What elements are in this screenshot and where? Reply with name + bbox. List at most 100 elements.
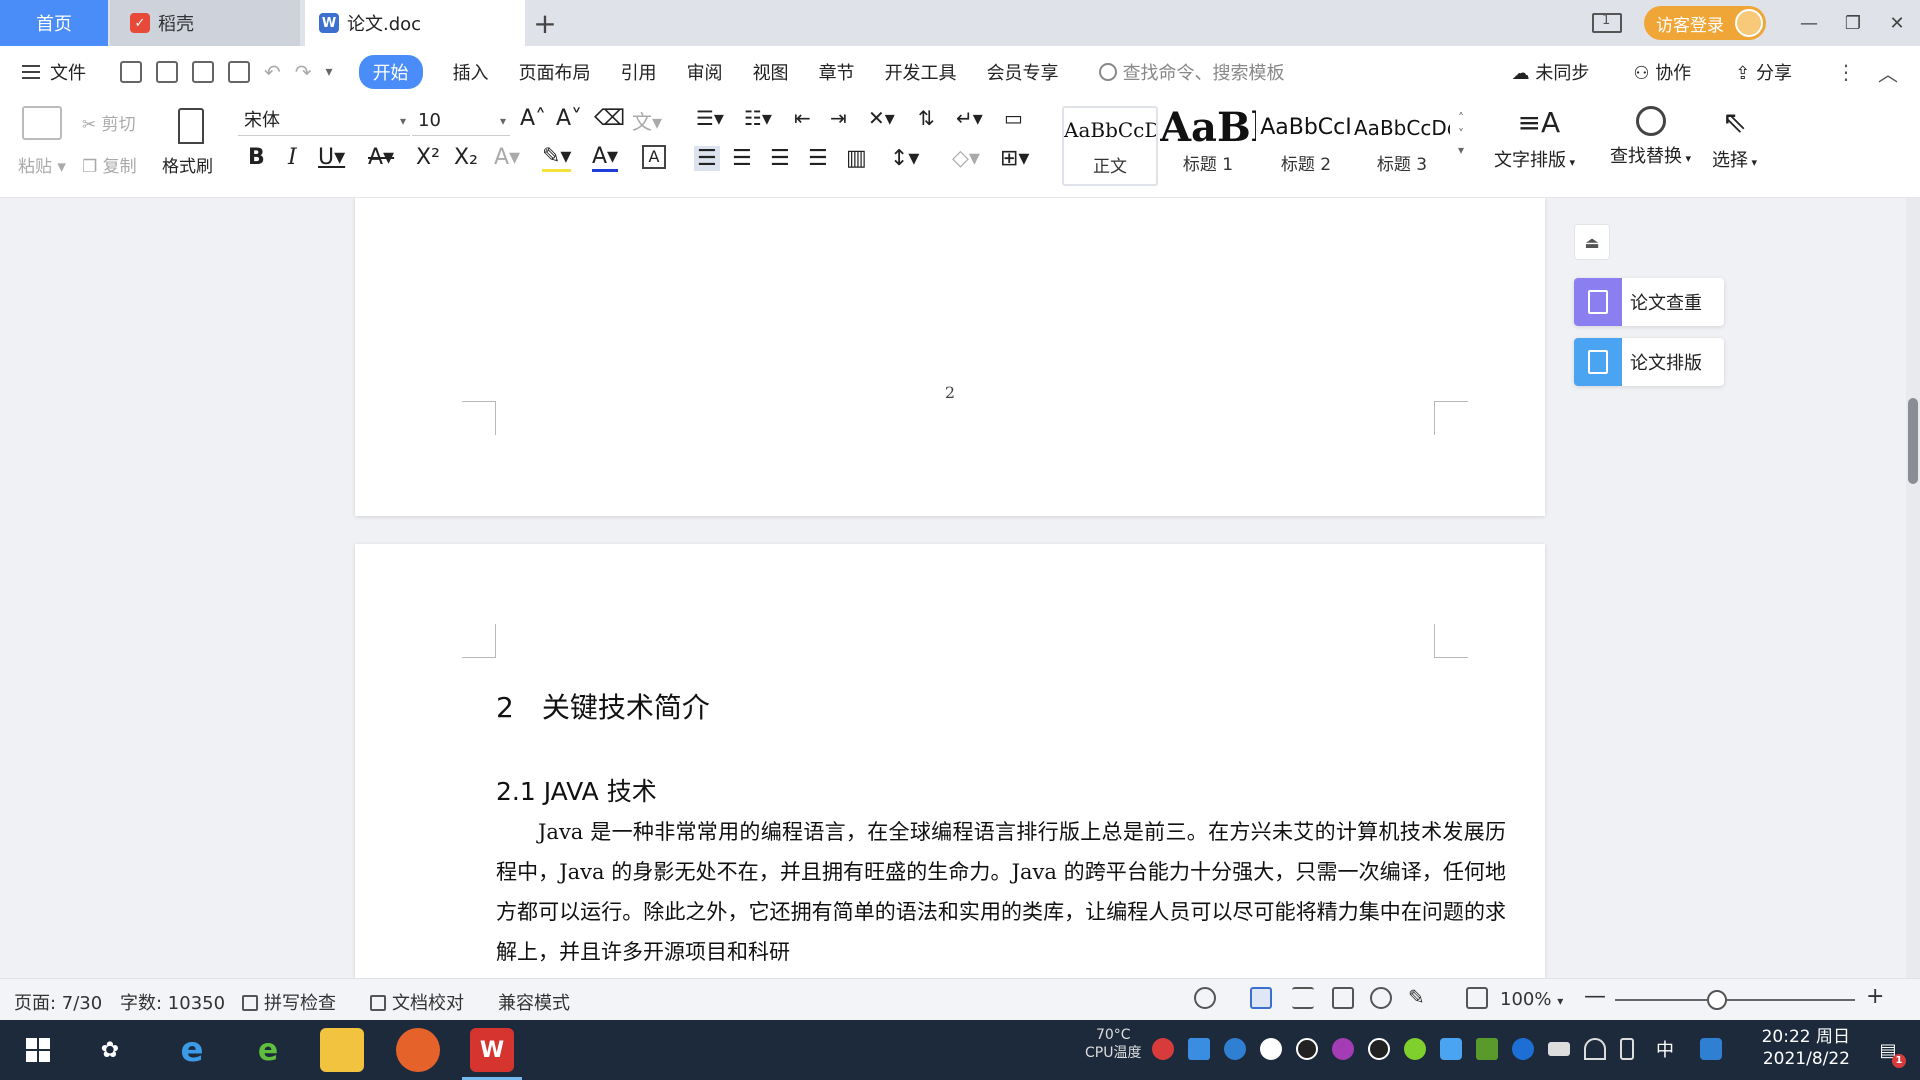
style-heading-3[interactable]: AaBbCcDd 标题 3	[1354, 106, 1450, 186]
system-clock[interactable]: 20:22 周日 2021/8/22	[1730, 1026, 1850, 1070]
page-view-icon[interactable]	[1250, 987, 1272, 1009]
page-indicator[interactable]: 页面: 7/30	[14, 989, 102, 1015]
tab-member[interactable]: 会员专享	[987, 59, 1059, 85]
subscript-icon[interactable]: X₂	[454, 145, 478, 170]
redo-icon[interactable]: ↷	[295, 60, 312, 84]
cut-button[interactable]: ✂ 剪切	[82, 110, 136, 135]
share-button[interactable]: ⇪ 分享	[1735, 59, 1814, 85]
numbered-list-icon[interactable]: ☷▾	[744, 106, 772, 130]
battery-icon[interactable]	[1548, 1042, 1570, 1056]
decrease-indent-icon[interactable]: ⇤	[794, 106, 811, 130]
wps-writer-icon[interactable]: W	[462, 1028, 522, 1080]
chinese-layout-icon[interactable]: ✕▾	[868, 106, 895, 130]
tab-references[interactable]: 引用	[621, 59, 657, 85]
sort-icon[interactable]: ⇅	[918, 106, 935, 130]
find-replace-button[interactable]: 查找替换 ▾	[1610, 106, 1691, 168]
format-painter-button[interactable]: 格式刷	[162, 152, 213, 177]
tab-insert[interactable]: 插入	[453, 59, 489, 85]
outline-view-icon[interactable]	[1292, 987, 1314, 1009]
italic-icon[interactable]: I	[288, 145, 297, 170]
tab-view[interactable]: 视图	[753, 59, 789, 85]
paste-icon[interactable]	[22, 106, 62, 140]
distribute-icon[interactable]: ▥	[846, 146, 867, 171]
paste-button[interactable]: 粘贴 ▾	[18, 152, 66, 177]
fit-page-icon[interactable]	[1466, 987, 1488, 1009]
char-border-icon[interactable]: A	[642, 145, 666, 169]
file-menu-button[interactable]: 文件	[22, 59, 86, 85]
text-effect-icon[interactable]: A▾	[494, 145, 520, 170]
collapse-ribbon-icon[interactable]: ︿	[1878, 58, 1898, 87]
bold-icon[interactable]: B	[248, 145, 265, 170]
increase-indent-icon[interactable]: ⇥	[830, 106, 847, 130]
style-heading-2[interactable]: AaBbCcI 标题 2	[1258, 106, 1354, 186]
highlight-icon[interactable]: ✎▾	[542, 145, 572, 172]
cpu-temperature[interactable]: 70°C CPU温度	[1085, 1026, 1141, 1062]
font-name-select[interactable]: 宋体	[238, 106, 410, 136]
tab-stops-icon[interactable]: ▭	[1004, 106, 1023, 130]
reading-view-icon[interactable]	[1332, 987, 1354, 1009]
start-button[interactable]	[16, 1028, 60, 1072]
styles-scroll-icon[interactable]: ˄ ˅ ▾	[1458, 110, 1464, 158]
qq-icon[interactable]	[1368, 1038, 1390, 1060]
restore-button[interactable]: ❐	[1832, 0, 1874, 46]
sync-button[interactable]: ☁ 未同步	[1512, 59, 1612, 85]
export-icon[interactable]	[156, 61, 178, 83]
minimize-button[interactable]: —	[1788, 0, 1830, 46]
zoom-in-button[interactable]: +	[1866, 984, 1884, 1009]
tray-app-red-icon[interactable]	[1152, 1038, 1174, 1060]
document-canvas[interactable]: 2 2 关键技术简介 2.1 JAVA 技术 Java 是一种非常常用的编程语言…	[0, 198, 1920, 978]
borders-icon[interactable]: ⊞▾	[1000, 146, 1029, 171]
underline-icon[interactable]: U▾	[318, 145, 345, 170]
align-left-icon[interactable]: ☰	[694, 146, 720, 171]
thesis-check-button[interactable]: 论文查重	[1574, 278, 1724, 326]
spell-check-button[interactable]: 拼写检查	[242, 989, 336, 1015]
zoom-out-button[interactable]: —	[1584, 984, 1606, 1009]
vertical-scrollbar[interactable]	[1906, 198, 1920, 978]
window-layout-icon[interactable]	[1592, 13, 1622, 33]
superscript-icon[interactable]: X²	[416, 145, 440, 170]
qq-purple-icon[interactable]	[1332, 1038, 1354, 1060]
pinwheel-app-icon[interactable]: ✿	[88, 1028, 132, 1072]
grow-font-icon[interactable]: A˄	[520, 106, 546, 131]
tab-start[interactable]: 开始	[358, 55, 423, 89]
tab-daoke[interactable]: ✓ 稻壳	[110, 0, 300, 46]
text-layout-button[interactable]: ≡A 文字排版 ▾	[1494, 106, 1575, 172]
print-preview-icon[interactable]	[228, 61, 250, 83]
qq-icon[interactable]	[1296, 1038, 1318, 1060]
wifi-icon[interactable]	[1584, 1038, 1606, 1060]
select-button[interactable]: ⇖ 选择 ▾	[1712, 106, 1757, 172]
format-painter-icon[interactable]	[178, 108, 204, 144]
bluetooth-icon[interactable]	[1512, 1038, 1534, 1060]
app-mascot-icon[interactable]	[396, 1028, 440, 1072]
zoom-level-select[interactable]: 100% ▾	[1500, 989, 1563, 1010]
tray-green-app-icon[interactable]	[1404, 1038, 1426, 1060]
font-color-icon[interactable]: A▾	[592, 145, 619, 172]
tray-cloud-icon[interactable]	[1440, 1038, 1462, 1060]
tab-developer[interactable]: 开发工具	[885, 59, 957, 85]
clear-format-icon[interactable]: ⌫	[594, 106, 625, 131]
write-mode-icon[interactable]: ✎	[1408, 985, 1430, 1009]
browser-360-icon[interactable]: e	[246, 1028, 290, 1072]
phonetic-guide-icon[interactable]: 文▾	[632, 106, 662, 135]
tab-chapter[interactable]: 章节	[819, 59, 855, 85]
bell-icon[interactable]	[1260, 1038, 1282, 1060]
strikethrough-icon[interactable]: A▾	[368, 145, 394, 170]
shield-icon[interactable]	[1224, 1038, 1246, 1060]
thesis-format-button[interactable]: 论文排版	[1574, 338, 1724, 386]
align-center-icon[interactable]: ☰	[732, 146, 752, 171]
document-page-current[interactable]: 2 关键技术简介 2.1 JAVA 技术 Java 是一种非常常用的编程语言，在…	[355, 544, 1545, 978]
command-search-input[interactable]: 查找命令、搜索模板	[1098, 59, 1285, 85]
new-tab-button[interactable]: +	[530, 0, 560, 46]
align-right-icon[interactable]: ☰	[770, 146, 790, 171]
guest-login-button[interactable]: 访客登录	[1644, 6, 1766, 40]
tab-document[interactable]: W 论文.doc	[305, 0, 525, 46]
input-method-indicator[interactable]: 中	[1656, 1036, 1674, 1062]
body-paragraph[interactable]: Java 是一种非常常用的编程语言，在全球编程语言排行版上总是前三。在方兴未艾的…	[496, 812, 1506, 972]
word-count[interactable]: 字数: 10350	[120, 989, 225, 1015]
tray-q-app-icon[interactable]	[1700, 1038, 1722, 1060]
volume-icon[interactable]	[1620, 1038, 1634, 1060]
tab-review[interactable]: 审阅	[687, 59, 723, 85]
line-spacing-icon[interactable]: ↕▾	[890, 146, 919, 171]
close-button[interactable]: ✕	[1876, 0, 1918, 46]
scrollbar-thumb[interactable]	[1908, 398, 1918, 484]
